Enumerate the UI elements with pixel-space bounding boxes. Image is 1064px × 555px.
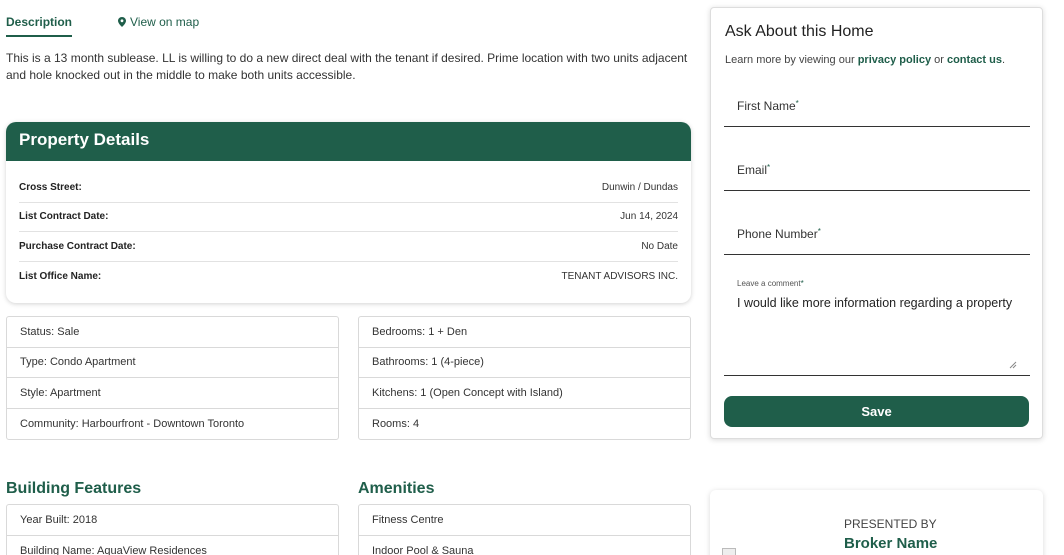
amenities-title: Amenities: [358, 480, 435, 497]
phone-label-text: Phone Number: [737, 227, 818, 241]
broker-card: PRESENTED BY Broker Name: [710, 490, 1043, 555]
subtitle-suffix: .: [1001, 54, 1006, 66]
info-rooms: Rooms: 4: [372, 417, 420, 430]
info-bedrooms: Bedrooms: 1 + Den: [359, 317, 690, 348]
comment-label-text: Leave a comment: [737, 279, 801, 288]
contact-us-link[interactable]: contact us: [947, 54, 1002, 66]
info-community: Community: Harbourfront - Downtown Toron…: [20, 417, 245, 430]
list-item: Building Name: AquaView Residences: [20, 544, 207, 555]
phone-label: Phone Number*: [737, 227, 821, 241]
property-details-card: Property Details Cross Street: Dunwin / …: [6, 122, 691, 303]
info-kitchens: Kitchens: 1 (Open Concept with Island): [359, 378, 690, 409]
subtitle-or: or: [931, 54, 947, 66]
form-subtitle: Learn more by viewing our privacy policy…: [725, 54, 1005, 66]
list-item: Year Built: 2018: [7, 505, 338, 536]
comment-label: Leave a comment*: [737, 279, 804, 288]
detail-label: List Contract Date:: [19, 211, 109, 223]
email-label: Email*: [737, 163, 770, 177]
tab-description[interactable]: Description: [6, 15, 73, 37]
detail-row-list-contract-date: List Contract Date: Jun 14, 2024: [19, 203, 678, 232]
presented-by-label: PRESENTED BY: [844, 517, 937, 531]
info-bathrooms: Bathrooms: 1 (4-piece): [359, 348, 690, 378]
phone-number-field[interactable]: Phone Number*: [724, 221, 1030, 255]
detail-value: No Date: [641, 240, 678, 252]
detail-row-purchase-contract-date: Purchase Contract Date: No Date: [19, 232, 678, 262]
detail-value: TENANT ADVISORS INC.: [561, 270, 678, 282]
listing-description: This is a 13 month sublease. LL is willi…: [6, 51, 688, 82]
detail-label: Purchase Contract Date:: [19, 240, 136, 252]
detail-value: Dunwin / Dundas: [601, 181, 678, 193]
info-status: Status: Sale: [7, 317, 338, 348]
detail-label: Cross Street:: [19, 181, 82, 193]
building-features-list: Year Built: 2018 Building Name: AquaView…: [6, 504, 339, 555]
email-field[interactable]: Email*: [724, 157, 1030, 191]
privacy-policy-link[interactable]: privacy policy: [858, 54, 931, 66]
save-button[interactable]: Save: [724, 396, 1029, 427]
broker-name: Broker Name: [844, 535, 938, 552]
info-list-left: Status: Sale Type: Condo Apartment Style…: [6, 316, 339, 440]
detail-row-list-office-name: List Office Name: TENANT ADVISORS INC.: [19, 262, 678, 292]
required-mark: *: [817, 227, 821, 236]
detail-value: Jun 14, 2024: [620, 211, 678, 223]
amenities-list: Fitness Centre Indoor Pool & Sauna: [358, 504, 691, 555]
info-type: Type: Condo Apartment: [7, 348, 338, 378]
list-item: Indoor Pool & Sauna: [372, 544, 474, 555]
list-item: Fitness Centre: [359, 505, 690, 536]
detail-row-cross-street: Cross Street: Dunwin / Dundas: [19, 173, 678, 203]
map-pin-icon: [118, 17, 126, 27]
email-label-text: Email: [737, 163, 768, 177]
comment-textarea[interactable]: Leave a comment* I would like more infor…: [724, 274, 1030, 376]
broker-photo: [722, 548, 736, 555]
first-name-label: First Name*: [737, 99, 799, 113]
required-mark: *: [800, 279, 804, 288]
first-name-field[interactable]: First Name*: [724, 93, 1030, 127]
first-name-label-text: First Name: [737, 99, 796, 113]
form-title: Ask About this Home: [725, 23, 874, 40]
tab-view-on-map[interactable]: View on map: [118, 15, 199, 29]
tab-bar: Description View on map: [6, 12, 690, 38]
tab-view-on-map-label: View on map: [130, 15, 200, 29]
info-list-right: Bedrooms: 1 + Den Bathrooms: 1 (4-piece)…: [358, 316, 691, 440]
building-features-title: Building Features: [6, 480, 142, 497]
subtitle-prefix: Learn more by viewing our: [725, 54, 858, 66]
resize-handle-icon[interactable]: [1009, 361, 1017, 369]
property-details-title: Property Details: [6, 122, 691, 161]
info-style: Style: Apartment: [7, 378, 338, 409]
required-mark: *: [767, 163, 771, 172]
ask-about-home-form: Ask About this Home Learn more by viewin…: [710, 7, 1043, 439]
detail-label: List Office Name:: [19, 270, 102, 282]
comment-value: I would like more information regarding …: [737, 296, 1013, 310]
required-mark: *: [795, 99, 799, 108]
